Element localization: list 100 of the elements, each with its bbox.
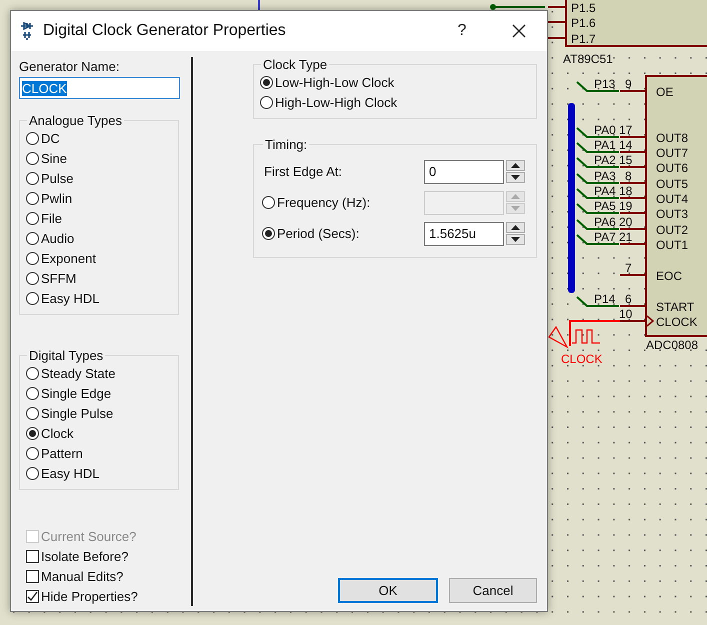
- wire: [576, 203, 619, 214]
- group-title: Timing:: [264, 137, 308, 152]
- radio-button[interactable]: [26, 446, 39, 460]
- clock-input-icon: [646, 315, 654, 327]
- window-title: Digital Clock Generator Properties: [43, 22, 287, 40]
- help-button[interactable]: ?: [433, 11, 491, 51]
- option-label: High-Low-High Clock: [275, 94, 398, 110]
- checkbox[interactable]: [26, 570, 39, 582]
- signal-wire: [569, 320, 620, 346]
- radio-button[interactable]: [262, 227, 275, 240]
- down-arrow-icon: [511, 175, 520, 180]
- field-value: 1.5625u: [429, 226, 476, 241]
- generator-arrow-icon: [548, 326, 569, 349]
- pin-label: P1.6: [571, 16, 596, 30]
- net-label: PA5: [594, 199, 616, 213]
- wire: [576, 173, 619, 184]
- spin-down-button[interactable]: [506, 172, 525, 183]
- option-label: Single Edge: [41, 386, 112, 400]
- spin-down-button[interactable]: [506, 234, 525, 245]
- wire: [258, 0, 260, 10]
- pin-line: [620, 166, 646, 168]
- radio-button[interactable]: [260, 96, 273, 108]
- option-label: Pwlin: [41, 190, 72, 206]
- radio-button[interactable]: [26, 152, 39, 164]
- option-label: Pulse: [41, 170, 74, 186]
- wire: [576, 234, 619, 245]
- radio-button[interactable]: [26, 292, 39, 304]
- field-label: First Edge At:: [263, 164, 342, 179]
- pin-label: P1.5: [571, 1, 596, 15]
- pin-label: OUT1: [656, 238, 688, 252]
- pin-label: OUT6: [656, 161, 688, 175]
- wire: [576, 157, 619, 168]
- component-label: ADC0808: [646, 338, 698, 352]
- checkbox[interactable]: [26, 550, 39, 562]
- radio-button[interactable]: [26, 252, 39, 264]
- radio-button[interactable]: [26, 366, 39, 380]
- pin-line: [620, 274, 646, 276]
- radio-button[interactable]: [26, 426, 39, 440]
- net-label: P14: [594, 292, 616, 306]
- dialog-button[interactable]: Cancel: [449, 578, 537, 603]
- spin-up-button[interactable]: [506, 160, 525, 171]
- pin-number: 14: [619, 138, 632, 152]
- pin-line: [620, 320, 646, 322]
- pin-number: 6: [625, 292, 632, 306]
- number-field[interactable]: 1.5625u: [424, 222, 504, 246]
- pin-line: [620, 228, 646, 230]
- radio-button[interactable]: [26, 212, 39, 224]
- field-value: CLOCK: [22, 80, 67, 96]
- radio-button[interactable]: [26, 406, 39, 420]
- wire: [576, 296, 619, 307]
- pin-label: OUT5: [656, 177, 688, 191]
- dialog-button[interactable]: OK: [338, 578, 438, 603]
- pin-label: CLOCK: [656, 315, 698, 329]
- net-label: PA2: [594, 153, 616, 167]
- pin-label: P1.7: [571, 32, 596, 46]
- wire: [576, 219, 619, 230]
- checkbox[interactable]: [26, 590, 39, 602]
- wire: [576, 127, 619, 138]
- radio-button[interactable]: [26, 132, 39, 144]
- pin-line: [620, 212, 646, 214]
- option-label: Easy HDL: [41, 290, 100, 306]
- checkbox-label: Current Source?: [41, 528, 136, 544]
- pin-number: 8: [625, 169, 632, 183]
- pin-number: 10: [619, 307, 632, 321]
- option-label: Low-High-Low Clock: [275, 74, 394, 90]
- radio-button[interactable]: [26, 192, 39, 204]
- radio-button[interactable]: [26, 386, 39, 400]
- net-label: PA7: [594, 230, 616, 244]
- pin-line: [620, 197, 646, 199]
- pin-label: OE: [656, 85, 674, 99]
- option-label: Easy HDL: [41, 466, 100, 480]
- radio-button[interactable]: [260, 76, 273, 88]
- option-label: Audio: [41, 230, 74, 246]
- checkbox-label: Isolate Before?: [41, 548, 128, 564]
- pin-label: OUT4: [656, 192, 688, 206]
- name-field[interactable]: CLOCK: [19, 77, 180, 99]
- net-label: PA4: [594, 184, 616, 198]
- pin-label: START: [656, 300, 694, 314]
- radio-button[interactable]: [26, 466, 39, 480]
- pin-number: 15: [619, 153, 632, 167]
- option-label: Single Pulse: [41, 406, 114, 420]
- pin-line: [548, 6, 565, 8]
- field-value: 0: [429, 164, 436, 179]
- junction-dot: [490, 4, 496, 10]
- radio-button[interactable]: [26, 272, 39, 284]
- radio-button[interactable]: [26, 232, 39, 244]
- field-label: Period (Secs):: [277, 226, 360, 241]
- option-label: Sine: [41, 150, 68, 166]
- up-arrow-icon: [511, 225, 520, 230]
- radio-button[interactable]: [26, 172, 39, 184]
- checkbox-label: Manual Edits?: [41, 568, 124, 584]
- number-field[interactable]: 0: [424, 160, 504, 184]
- generator-icon: [19, 22, 35, 40]
- pin-line: [620, 151, 646, 153]
- spin-up-button[interactable]: [506, 222, 525, 233]
- net-label: PA3: [594, 169, 616, 183]
- wire: [576, 142, 619, 153]
- pin-number: 20: [619, 215, 632, 229]
- up-arrow-icon: [511, 194, 520, 199]
- option-label: SFFM: [41, 270, 76, 286]
